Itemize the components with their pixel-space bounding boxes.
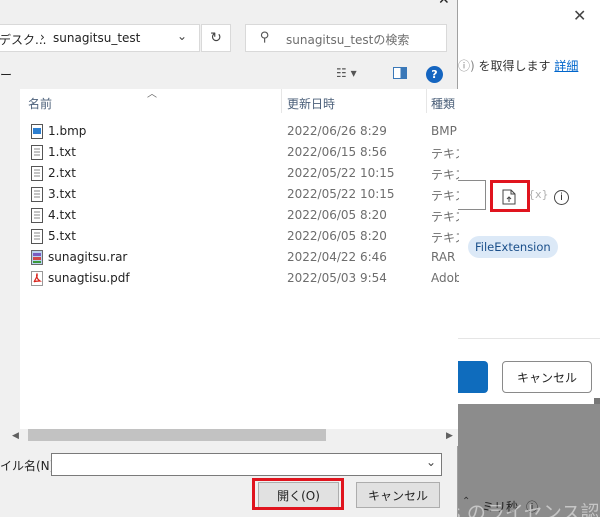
filename-input[interactable]: ⌄ <box>51 453 442 476</box>
search-icon: ⚲ <box>260 30 270 45</box>
scroll-left-arrow[interactable]: ◀ <box>12 431 19 441</box>
file-type: テキス <box>431 168 459 182</box>
view-options-button[interactable]: ☷ ▾ <box>336 66 357 80</box>
file-extension-chip-label: FileExtension <box>475 240 551 254</box>
refresh-icon: ↻ <box>210 30 222 46</box>
bmp-file-icon <box>31 124 43 139</box>
file-name: 2.txt <box>48 166 76 180</box>
address-bar[interactable]: デスク... › sunagitsu_test ⌄ <box>0 24 200 52</box>
search-box[interactable]: ⚲ sunagitsu_testの検索 <box>245 24 447 52</box>
nav-pane-scrollbar[interactable] <box>0 89 6 429</box>
file-row[interactable]: sunagtisu.pdf 2022/05/03 9:54 Adob <box>20 268 459 289</box>
organize-menu[interactable]: ー <box>0 66 12 83</box>
filename-label: イル名(N): <box>0 459 59 473</box>
file-row[interactable]: 5.txt 2022/06/05 8:20 テキス <box>20 226 459 247</box>
file-date: 2022/06/26 8:29 <box>287 124 387 138</box>
file-list: ︿ 名前 更新日時 種類 1.bmp 2022/06/26 8:29 BMP 1… <box>20 89 459 429</box>
column-header-name[interactable]: 名前 <box>28 95 52 112</box>
variable-icon: {x} <box>528 188 549 201</box>
scroll-right-arrow[interactable]: ▶ <box>446 431 453 441</box>
file-date: 2022/04/22 6:46 <box>287 250 387 264</box>
file-type: テキス <box>431 231 459 245</box>
file-date: 2022/06/15 8:56 <box>287 145 387 159</box>
file-name: 1.txt <box>48 145 76 159</box>
text-file-icon <box>31 145 43 160</box>
file-name: 1.bmp <box>48 124 87 138</box>
chevron-down-icon[interactable]: ⌄ <box>177 29 187 43</box>
background-lower-panel: ⌃ ミリ秒 ⓘ Windows のライセンス認証 <box>376 404 600 517</box>
preview-pane-button[interactable] <box>393 67 407 79</box>
file-extension-chip[interactable]: FileExtension <box>468 236 558 258</box>
primary-button[interactable] <box>458 361 488 393</box>
column-header-date[interactable]: 更新日時 <box>287 95 335 112</box>
file-row[interactable]: 4.txt 2022/06/05 8:20 テキス <box>20 205 459 226</box>
cancel-button-label: キャンセル <box>367 488 428 503</box>
pdf-file-icon <box>31 271 43 286</box>
search-placeholder: sunagitsu_testの検索 <box>286 33 410 47</box>
open-button-highlight <box>252 478 344 510</box>
text-file-icon <box>31 229 43 244</box>
column-divider <box>426 89 427 113</box>
horizontal-scroll-thumb[interactable] <box>28 429 326 441</box>
info-icon[interactable]: i <box>554 190 569 205</box>
file-name: sunagitsu.rar <box>48 250 128 264</box>
refresh-button[interactable]: ↻ <box>201 24 231 52</box>
info-text: を取得します <box>478 59 551 73</box>
file-type: テキス <box>431 210 459 224</box>
file-row[interactable]: 1.txt 2022/06/15 8:56 テキス <box>20 142 459 163</box>
file-type: RAR T <box>431 250 459 264</box>
file-type: Adob <box>431 271 459 285</box>
file-path-field[interactable] <box>458 180 486 210</box>
bg-cancel-button-label: キャンセル <box>516 370 577 385</box>
file-date: 2022/05/22 10:15 <box>287 166 395 180</box>
dialog-close-icon[interactable]: ✕ <box>438 0 450 8</box>
file-date: 2022/06/05 8:20 <box>287 208 387 222</box>
close-icon[interactable]: ✕ <box>573 6 586 25</box>
file-date: 2022/05/03 9:54 <box>287 271 387 285</box>
address-current-folder[interactable]: sunagitsu_test <box>53 31 140 45</box>
file-type: テキス <box>431 147 459 161</box>
divider <box>458 338 600 339</box>
file-row[interactable]: 3.txt 2022/05/22 10:15 テキス <box>20 184 459 205</box>
file-open-dialog: ✕ デスク... › sunagitsu_test ⌄ ↻ ⚲ sunagits… <box>0 0 459 517</box>
help-button[interactable]: ? <box>426 66 443 83</box>
file-name: sunagtisu.pdf <box>48 271 130 285</box>
text-file-icon <box>31 208 43 223</box>
text-file-icon <box>31 166 43 181</box>
file-type: テキス <box>431 189 459 203</box>
file-row[interactable]: 1.bmp 2022/06/26 8:29 BMP <box>20 121 458 142</box>
bg-cancel-button[interactable]: キャンセル <box>502 361 592 393</box>
sort-chevron-icon: ︿ <box>147 89 157 100</box>
cancel-button[interactable]: キャンセル <box>356 482 440 508</box>
column-divider <box>281 89 282 113</box>
file-row[interactable]: sunagitsu.rar 2022/04/22 6:46 RAR T <box>20 247 459 268</box>
text-file-icon <box>31 187 43 202</box>
archive-file-icon <box>31 250 43 265</box>
info-text-fragment: ⓘ) を取得します 詳細 <box>458 59 579 73</box>
info-link[interactable]: 詳細 <box>554 59 578 73</box>
file-name: 4.txt <box>48 208 76 222</box>
chevron-down-icon[interactable]: ⌄ <box>426 455 436 469</box>
file-name: 3.txt <box>48 187 76 201</box>
background-dialog: ✕ ⓘ) を取得します 詳細 {x} i FileExtension キャンセル <box>458 0 600 404</box>
file-row[interactable]: 2.txt 2022/05/22 10:15 テキス <box>20 163 459 184</box>
file-type: BMP <box>431 124 457 138</box>
file-name: 5.txt <box>48 229 76 243</box>
highlight-box <box>490 180 530 212</box>
address-separator: › <box>40 30 45 44</box>
column-header-type[interactable]: 種類 <box>431 95 455 112</box>
file-date: 2022/05/22 10:15 <box>287 187 395 201</box>
file-date: 2022/06/05 8:20 <box>287 229 387 243</box>
